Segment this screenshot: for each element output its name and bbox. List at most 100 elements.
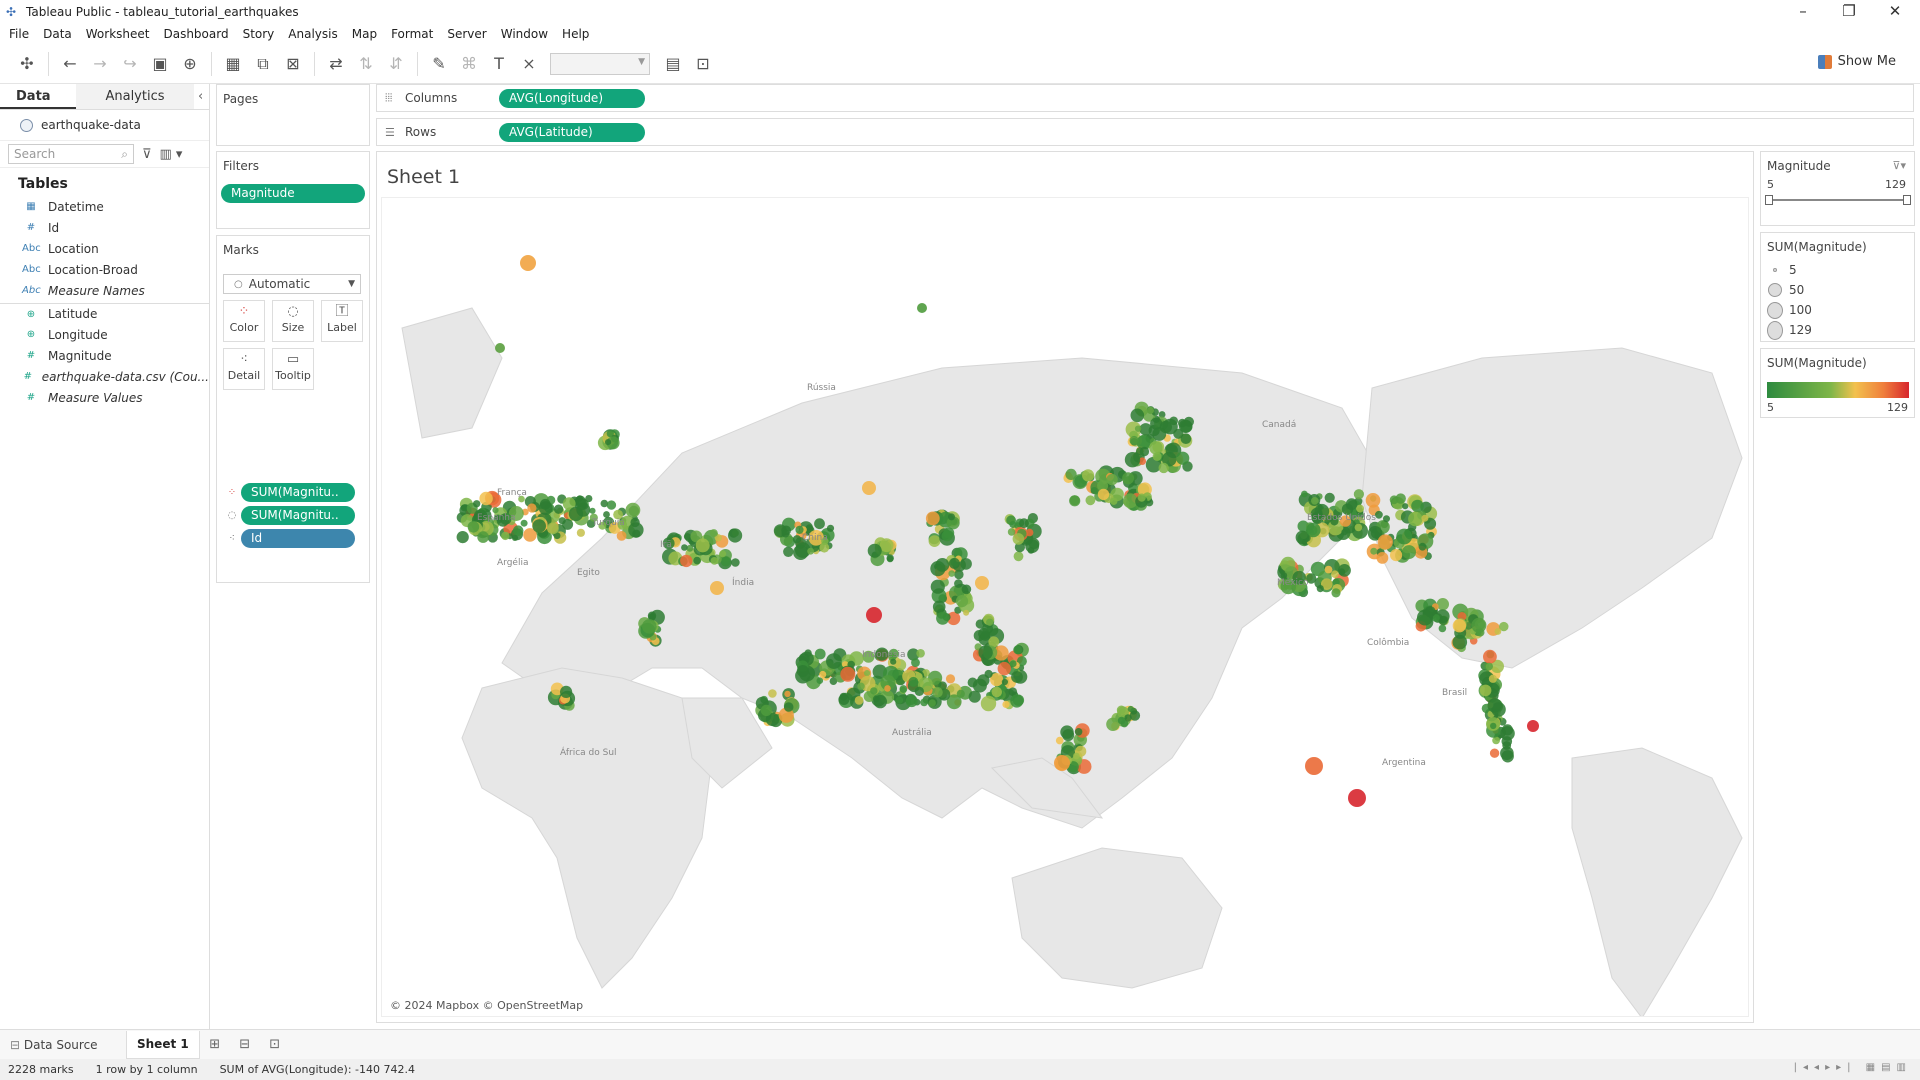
datasource-item[interactable]: earthquake-data	[0, 110, 209, 140]
filters-card[interactable]: Filters Magnitude	[216, 151, 370, 229]
menu-file[interactable]: File	[4, 27, 38, 41]
quake-point[interactable]	[760, 704, 773, 717]
range-slider-track[interactable]	[1769, 199, 1907, 201]
field-measure-names[interactable]: Abc Measure Names	[0, 280, 209, 301]
quake-point[interactable]	[576, 495, 583, 502]
range-slider-min-handle[interactable]	[1765, 195, 1773, 205]
quake-point[interactable]	[984, 669, 993, 679]
quake-point[interactable]	[527, 503, 537, 513]
quake-point[interactable]	[1137, 493, 1146, 502]
quake-point[interactable]	[479, 491, 493, 506]
new-worksheet-icon[interactable]: ▦	[218, 50, 248, 78]
menu-format[interactable]: Format	[386, 27, 442, 41]
quake-point[interactable]	[1065, 468, 1077, 480]
quake-point[interactable]	[605, 439, 612, 446]
quake-point[interactable]	[961, 584, 972, 595]
quake-point[interactable]	[1479, 684, 1492, 697]
quake-point[interactable]	[948, 513, 955, 521]
quake-point[interactable]	[911, 658, 920, 667]
quake-point[interactable]	[943, 527, 955, 539]
quake-point[interactable]	[1421, 514, 1429, 522]
quake-point[interactable]	[1135, 447, 1144, 455]
quake-point[interactable]	[560, 685, 573, 698]
field-id[interactable]: # Id	[0, 217, 209, 238]
quake-point[interactable]	[1060, 725, 1074, 739]
field-count[interactable]: # earthquake-data.csv (Cou...	[0, 366, 209, 387]
marks-pill-size[interactable]: SUM(Magnitu..	[241, 506, 355, 525]
quake-point[interactable]	[1134, 425, 1142, 432]
quake-point[interactable]	[1411, 499, 1424, 513]
quake-point[interactable]	[978, 645, 993, 660]
tableau-home-icon[interactable]: ✣	[12, 50, 42, 78]
quake-point[interactable]	[1418, 542, 1427, 551]
tab-analytics[interactable]: Analytics	[76, 84, 194, 109]
quake-point[interactable]	[532, 519, 546, 533]
quake-point[interactable]	[796, 665, 809, 677]
tab-sheet-1[interactable]: Sheet 1	[126, 1030, 200, 1059]
quake-point[interactable]	[1331, 588, 1341, 598]
quake-point[interactable]	[501, 531, 510, 541]
quake-point[interactable]	[1389, 495, 1399, 505]
columns-shelf[interactable]: ⦙⦙⦙ Columns AVG(Longitude)	[376, 84, 1914, 112]
quake-point[interactable]	[728, 528, 743, 543]
quake-point[interactable]	[1306, 522, 1321, 538]
quake-point[interactable]	[980, 631, 991, 641]
quake-point[interactable]	[879, 538, 894, 553]
quake-point[interactable]	[1370, 547, 1378, 555]
size-legend[interactable]: SUM(Magnitude) 5 50 100 129	[1760, 232, 1915, 342]
rows-shelf[interactable]: ☰ Rows AVG(Latitude)	[376, 118, 1914, 146]
columns-pill[interactable]: AVG(Longitude)	[499, 88, 645, 108]
quake-point[interactable]	[1007, 528, 1016, 536]
quake-point[interactable]	[956, 689, 965, 698]
tooltip-button[interactable]: ▭ Tooltip	[272, 348, 314, 390]
quake-point[interactable]	[681, 544, 688, 551]
quake-point[interactable]	[1069, 495, 1080, 506]
quake-point[interactable]	[862, 481, 876, 495]
quake-point[interactable]	[963, 609, 970, 616]
quake-point[interactable]	[632, 529, 641, 538]
quake-point[interactable]	[819, 670, 827, 679]
quake-point[interactable]	[932, 687, 943, 698]
quake-point[interactable]	[773, 524, 787, 538]
quake-point[interactable]	[854, 696, 864, 705]
quake-point[interactable]	[1009, 520, 1017, 529]
filter-pill-magnitude[interactable]: Magnitude	[221, 184, 365, 203]
quake-point[interactable]	[1383, 515, 1390, 523]
menu-server[interactable]: Server	[442, 27, 495, 41]
group-members-icon[interactable]: ⌘	[454, 50, 484, 78]
map-svg[interactable]	[382, 198, 1749, 1017]
quake-point[interactable]	[1001, 678, 1009, 686]
tab-data[interactable]: Data	[0, 84, 76, 109]
menu-window[interactable]: Window	[496, 27, 557, 41]
field-measure-values[interactable]: # Measure Values	[0, 387, 209, 408]
quake-point[interactable]	[1402, 545, 1416, 560]
detail-button[interactable]: ⁖ Detail	[223, 348, 265, 390]
quake-point[interactable]	[1011, 671, 1023, 683]
quake-point[interactable]	[547, 522, 559, 535]
menu-map[interactable]: Map	[347, 27, 386, 41]
fit-dropdown[interactable]: ▼	[550, 52, 650, 75]
quake-point[interactable]	[1489, 748, 1500, 758]
quake-point[interactable]	[1082, 469, 1095, 482]
quake-point[interactable]	[1354, 523, 1363, 532]
color-legend[interactable]: SUM(Magnitude) 5 129	[1760, 348, 1915, 418]
quake-point[interactable]	[1110, 497, 1118, 505]
quake-point[interactable]	[784, 690, 791, 698]
quake-point[interactable]	[695, 538, 710, 553]
rows-pill[interactable]: AVG(Latitude)	[499, 122, 645, 142]
quake-point[interactable]	[932, 600, 946, 614]
quake-point[interactable]	[1074, 728, 1083, 736]
quake-point[interactable]	[905, 695, 918, 708]
quake-point[interactable]	[647, 611, 657, 620]
new-worksheet-icon[interactable]: ⊞	[200, 1037, 230, 1052]
quake-point[interactable]	[917, 303, 927, 313]
quake-point[interactable]	[1396, 528, 1413, 545]
sheet-navigation-icons[interactable]: |◂◂▸▸| ▦▤▥	[1794, 1062, 1912, 1073]
quake-point[interactable]	[1055, 736, 1064, 745]
quake-point[interactable]	[606, 500, 617, 510]
fix-axes-icon[interactable]: ⨯	[514, 50, 544, 78]
quake-point[interactable]	[710, 581, 724, 595]
quake-point[interactable]	[576, 528, 585, 537]
quake-point[interactable]	[814, 518, 825, 530]
quake-point[interactable]	[1452, 619, 1467, 633]
